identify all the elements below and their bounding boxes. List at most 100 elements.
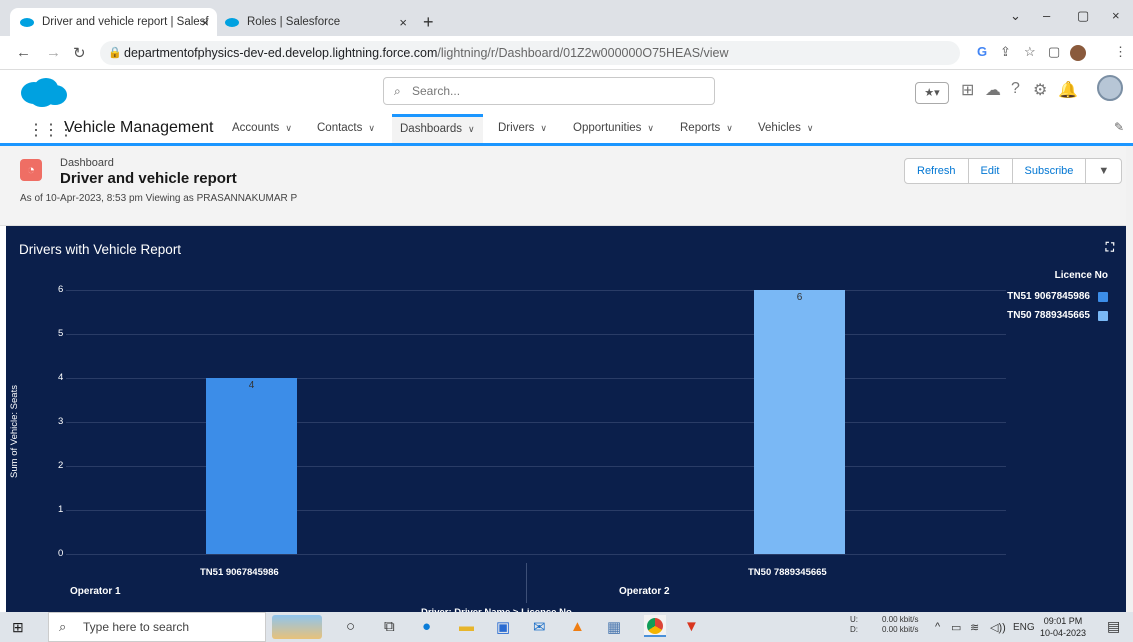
nav-item-contacts[interactable]: Contacts ∨ xyxy=(317,114,375,143)
salesforce-logo-icon[interactable] xyxy=(18,76,68,108)
notifications-bell-icon[interactable]: 🔔 xyxy=(1058,80,1078,100)
url-field[interactable]: 🔒 departmentofphysics-dev-ed.develop.lig… xyxy=(100,41,960,65)
reload-icon[interactable]: ↻ xyxy=(73,44,86,62)
nav-item-vehicles[interactable]: Vehicles ∨ xyxy=(758,114,813,143)
weather-landscape-icon[interactable] xyxy=(272,615,322,639)
store-icon[interactable]: ▣ xyxy=(496,618,510,636)
chart-bar[interactable] xyxy=(206,378,297,554)
nav-item-drivers[interactable]: Drivers ∨ xyxy=(498,114,547,143)
url-path: /lightning/r/Dashboard/01Z2w000000O75HEA… xyxy=(437,46,729,60)
nav-item-opportunities[interactable]: Opportunities ∨ xyxy=(573,114,654,143)
nav-item-dashboards[interactable]: Dashboards ∨ xyxy=(392,114,483,143)
close-tab-icon[interactable]: × xyxy=(399,15,407,30)
refresh-button[interactable]: Refresh xyxy=(905,159,969,183)
nav-label: Contacts xyxy=(317,122,363,134)
chevron-down-icon[interactable]: ∨ xyxy=(468,124,475,134)
dashboard-icon: ◔ xyxy=(20,159,42,181)
more-actions-chevron-icon[interactable]: ▼ xyxy=(1086,159,1121,183)
nav-label: Dashboards xyxy=(400,123,463,135)
favorites-button[interactable]: ★▾ xyxy=(915,82,949,104)
bookmark-star-icon[interactable]: ☆ xyxy=(1024,44,1036,60)
global-header: ⌕ Search... ★▾ ⊞ ☁ ? ⚙ 🔔 xyxy=(0,70,1133,114)
chevron-down-icon[interactable]: ∨ xyxy=(726,123,733,133)
chart-bar[interactable] xyxy=(754,290,845,554)
chevron-down-icon[interactable]: ∨ xyxy=(285,123,292,133)
notification-center-icon[interactable]: ▤ xyxy=(1107,618,1120,635)
mail-icon[interactable]: ✉ xyxy=(533,618,546,636)
language-indicator[interactable]: ENG xyxy=(1013,622,1035,633)
clock-time: 09:01 PM xyxy=(1043,616,1083,626)
volume-icon[interactable]: ◁)) xyxy=(990,621,1006,634)
user-avatar[interactable] xyxy=(1097,75,1123,101)
share-icon[interactable]: ⇪ xyxy=(1000,44,1011,60)
y-axis-label: Sum of Vehicle: Seats xyxy=(8,385,20,478)
battery-icon[interactable]: ▭ xyxy=(951,621,961,634)
close-tab-icon[interactable]: × xyxy=(201,15,209,30)
chevron-down-icon[interactable]: ∨ xyxy=(647,123,654,133)
side-panel-icon[interactable]: ▢ xyxy=(1048,44,1060,60)
expand-icon[interactable]: ⛶ xyxy=(1106,240,1114,255)
legend-label: TN50 7889345665 xyxy=(1007,310,1090,321)
vlc-icon[interactable]: ▲ xyxy=(570,618,585,635)
dashboard-button-group: Refresh Edit Subscribe ▼ xyxy=(904,158,1123,184)
nav-label: Drivers xyxy=(498,122,535,134)
windows-start-icon[interactable]: ⊞ xyxy=(12,619,24,636)
photos-icon[interactable]: ▦ xyxy=(607,618,621,636)
legend-swatch xyxy=(1098,291,1108,302)
legend-label: TN51 9067845986 xyxy=(1007,291,1090,302)
taskbar-clock[interactable]: 09:01 PM 10-04-2023 xyxy=(1040,615,1086,639)
back-icon[interactable]: ← xyxy=(16,44,31,61)
subscribe-button[interactable]: Subscribe xyxy=(1013,159,1087,183)
app-icon[interactable]: ▼ xyxy=(684,618,699,635)
forward-icon[interactable]: → xyxy=(46,44,61,61)
edit-button[interactable]: Edit xyxy=(969,159,1013,183)
close-window-button[interactable]: × xyxy=(1112,8,1120,23)
wifi-icon[interactable]: ≋ xyxy=(970,621,979,634)
google-icon[interactable]: G xyxy=(977,44,987,59)
url-host: departmentofphysics-dev-ed.develop.light… xyxy=(124,46,438,60)
group-divider xyxy=(526,563,527,603)
lock-icon: 🔒 xyxy=(108,47,122,59)
chevron-down-icon[interactable]: ∨ xyxy=(368,123,375,133)
nav-item-reports[interactable]: Reports ∨ xyxy=(680,114,733,143)
profile-avatar-icon[interactable] xyxy=(1070,45,1086,61)
down-label: D: xyxy=(850,625,858,634)
tab-roles[interactable]: Roles | Salesforce × xyxy=(215,8,415,36)
y-tick-label: 2 xyxy=(58,460,64,471)
global-search-input[interactable]: ⌕ Search... xyxy=(383,77,715,105)
chevron-down-icon[interactable]: ∨ xyxy=(807,123,814,133)
chrome-icon xyxy=(647,618,663,634)
nav-label: Accounts xyxy=(232,122,280,134)
edge-icon[interactable]: ● xyxy=(422,618,431,635)
minimize-button[interactable]: – xyxy=(1043,8,1050,23)
tab-search-icon[interactable]: ⌄ xyxy=(1010,8,1021,24)
chevron-down-icon[interactable]: ∨ xyxy=(540,123,547,133)
y-tick-label: 6 xyxy=(58,284,64,295)
net-up: 0.00 kbit/s xyxy=(882,615,919,624)
windows-taskbar: ⊞ ⌕ Type here to search ○ ⧉ ● ▬ ▣ ✉ ▲ ▦ … xyxy=(0,612,1133,642)
salesforce-favicon-icon xyxy=(225,17,239,27)
new-tab-button[interactable]: + xyxy=(423,12,434,33)
gridline xyxy=(66,334,1006,335)
page-scrollbar[interactable] xyxy=(1126,146,1133,612)
global-actions-icon[interactable]: ⊞ xyxy=(961,80,974,100)
taskbar-search-input[interactable]: ⌕ Type here to search xyxy=(48,612,266,642)
tab-driver-report[interactable]: Driver and vehicle report | Salesf × xyxy=(10,8,217,36)
edit-nav-pencil-icon[interactable]: ✎ xyxy=(1114,120,1124,134)
task-view-icon[interactable]: ⧉ xyxy=(384,618,395,635)
guidance-center-icon[interactable]: ☁ xyxy=(985,80,1001,100)
dashboard-as-of: As of 10-Apr-2023, 8:53 pm Viewing as PR… xyxy=(20,193,298,204)
legend-item[interactable]: TN50 7889345665 xyxy=(1007,310,1108,321)
chrome-icon[interactable] xyxy=(644,615,666,637)
browser-menu-icon[interactable]: ⋮ xyxy=(1114,44,1127,60)
address-bar-row: ← → ↻ 🔒 departmentofphysics-dev-ed.devel… xyxy=(0,36,1133,70)
file-explorer-icon[interactable]: ▬ xyxy=(459,618,474,635)
maximize-button[interactable]: ▢ xyxy=(1077,8,1089,24)
y-tick-label: 0 xyxy=(58,548,64,559)
help-icon[interactable]: ? xyxy=(1011,80,1020,98)
cortana-icon[interactable]: ○ xyxy=(346,618,355,635)
setup-gear-icon[interactable]: ⚙ xyxy=(1033,80,1047,100)
nav-item-accounts[interactable]: Accounts ∨ xyxy=(232,114,292,143)
legend-item[interactable]: TN51 9067845986 xyxy=(1007,291,1108,302)
chevron-up-icon[interactable]: ^ xyxy=(935,621,940,633)
